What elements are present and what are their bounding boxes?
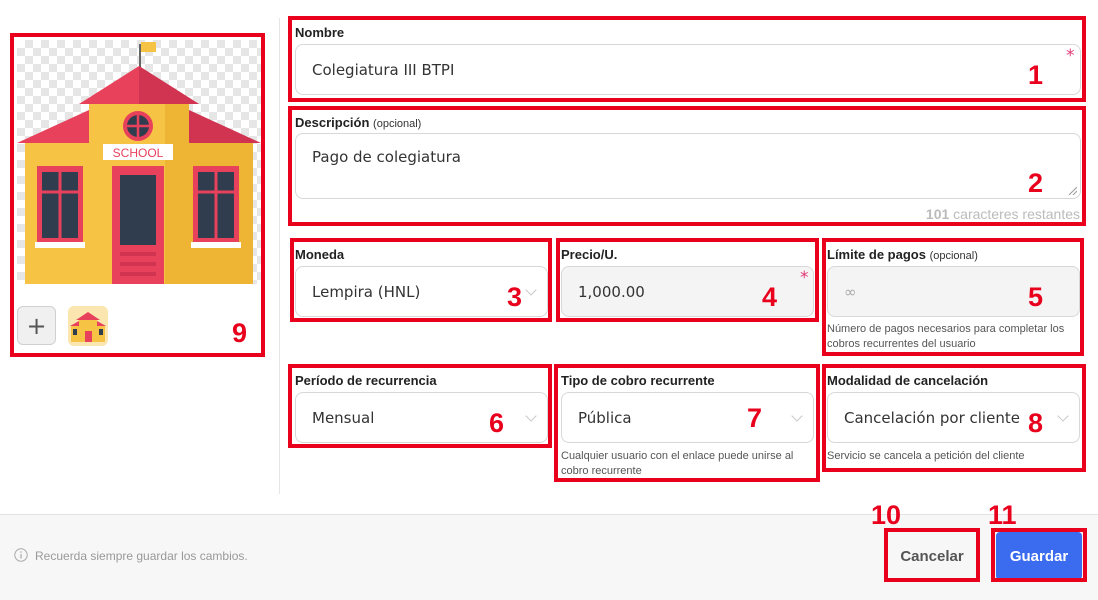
annotation-8: 8 [1028,408,1044,438]
chevron-down-icon [791,409,803,422]
annotation-3: 3 [507,282,523,312]
cancel-button[interactable]: Cancelar [889,532,975,580]
recurrence-period-select[interactable]: Mensual [295,392,548,443]
panel-divider [279,18,280,494]
description-label-text: Descripción [295,115,370,130]
footer-hint: Recuerda siempre guardar los cambios. [35,549,248,563]
name-value: Colegiatura III BTPI [312,60,455,79]
plus-icon: + [26,311,47,340]
chevron-down-icon [525,283,537,296]
school-sign-text: SCHOOL [113,146,164,160]
payment-limit-help: Número de pagos necesarios para completa… [827,323,1065,350]
description-label: Descripción (opcional) [295,115,421,130]
recurrence-period-label: Período de recurrencia [295,373,437,388]
school-illustration: SCHOOL [17,42,261,284]
annotation-9: 9 [232,318,248,348]
price-value: 1,000.00 [578,282,645,301]
image-thumbnail[interactable] [68,306,108,346]
save-button-label: Guardar [1009,547,1069,565]
remaining-count: 101 [925,206,950,222]
recurring-charge-form-page: SCHOOL + 9 Nombre Colegiatura III BTPI *… [0,0,1098,600]
name-required-mark: * [1066,46,1075,66]
currency-label: Moneda [295,247,345,262]
annotation-4: 4 [762,282,778,312]
cancellation-value: Cancelación por cliente [844,408,1020,427]
annotation-5: 5 [1028,282,1044,312]
charge-type-help: Cualquier usuario con el enlace puede un… [561,450,794,477]
name-label: Nombre [295,25,345,40]
annotation-7: 7 [747,403,763,433]
annotation-11: 11 [988,500,1017,530]
add-image-button[interactable]: + [17,306,56,345]
price-required-mark: * [800,268,809,288]
school-thumbnail-icon [70,312,106,342]
annotation-2: 2 [1028,168,1044,198]
cancellation-help: Servicio se cancela a petición del clien… [827,450,1025,462]
description-textarea[interactable]: Pago de colegiatura [295,133,1081,199]
payment-limit-optional-label: (opcional) [929,250,978,262]
charge-type-label: Tipo de cobro recurrente [561,373,715,388]
cancel-button-label: Cancelar [900,547,964,565]
annotation-6: 6 [489,408,505,438]
charge-type-select[interactable]: Pública [561,392,814,443]
description-optional-label: (opcional) [373,118,422,130]
annotation-10: 10 [871,500,902,530]
name-input[interactable]: Colegiatura III BTPI [295,44,1081,95]
remaining-label: caracteres restantes [953,206,1080,222]
info-icon [14,548,28,562]
recurrence-period-value: Mensual [312,408,375,427]
payment-limit-label: Límite de pagos (opcional) [827,247,978,262]
cancellation-label: Modalidad de cancelación [827,373,989,388]
image-preview: SCHOOL [17,40,261,284]
resize-handle-icon[interactable] [1069,187,1077,195]
annotation-1: 1 [1028,60,1044,90]
payment-limit-placeholder: ∞ [844,282,857,301]
currency-value: Lempira (HNL) [312,282,421,301]
chevron-down-icon [525,409,537,422]
description-char-counter: 101 caracteres restantes [870,206,1080,222]
payment-limit-label-text: Límite de pagos [827,247,926,262]
save-button[interactable]: Guardar [996,532,1082,580]
charge-type-value: Pública [578,408,632,427]
description-value: Pago de colegiatura [312,148,461,166]
price-label: Precio/U. [561,247,618,262]
chevron-down-icon [1057,409,1069,422]
